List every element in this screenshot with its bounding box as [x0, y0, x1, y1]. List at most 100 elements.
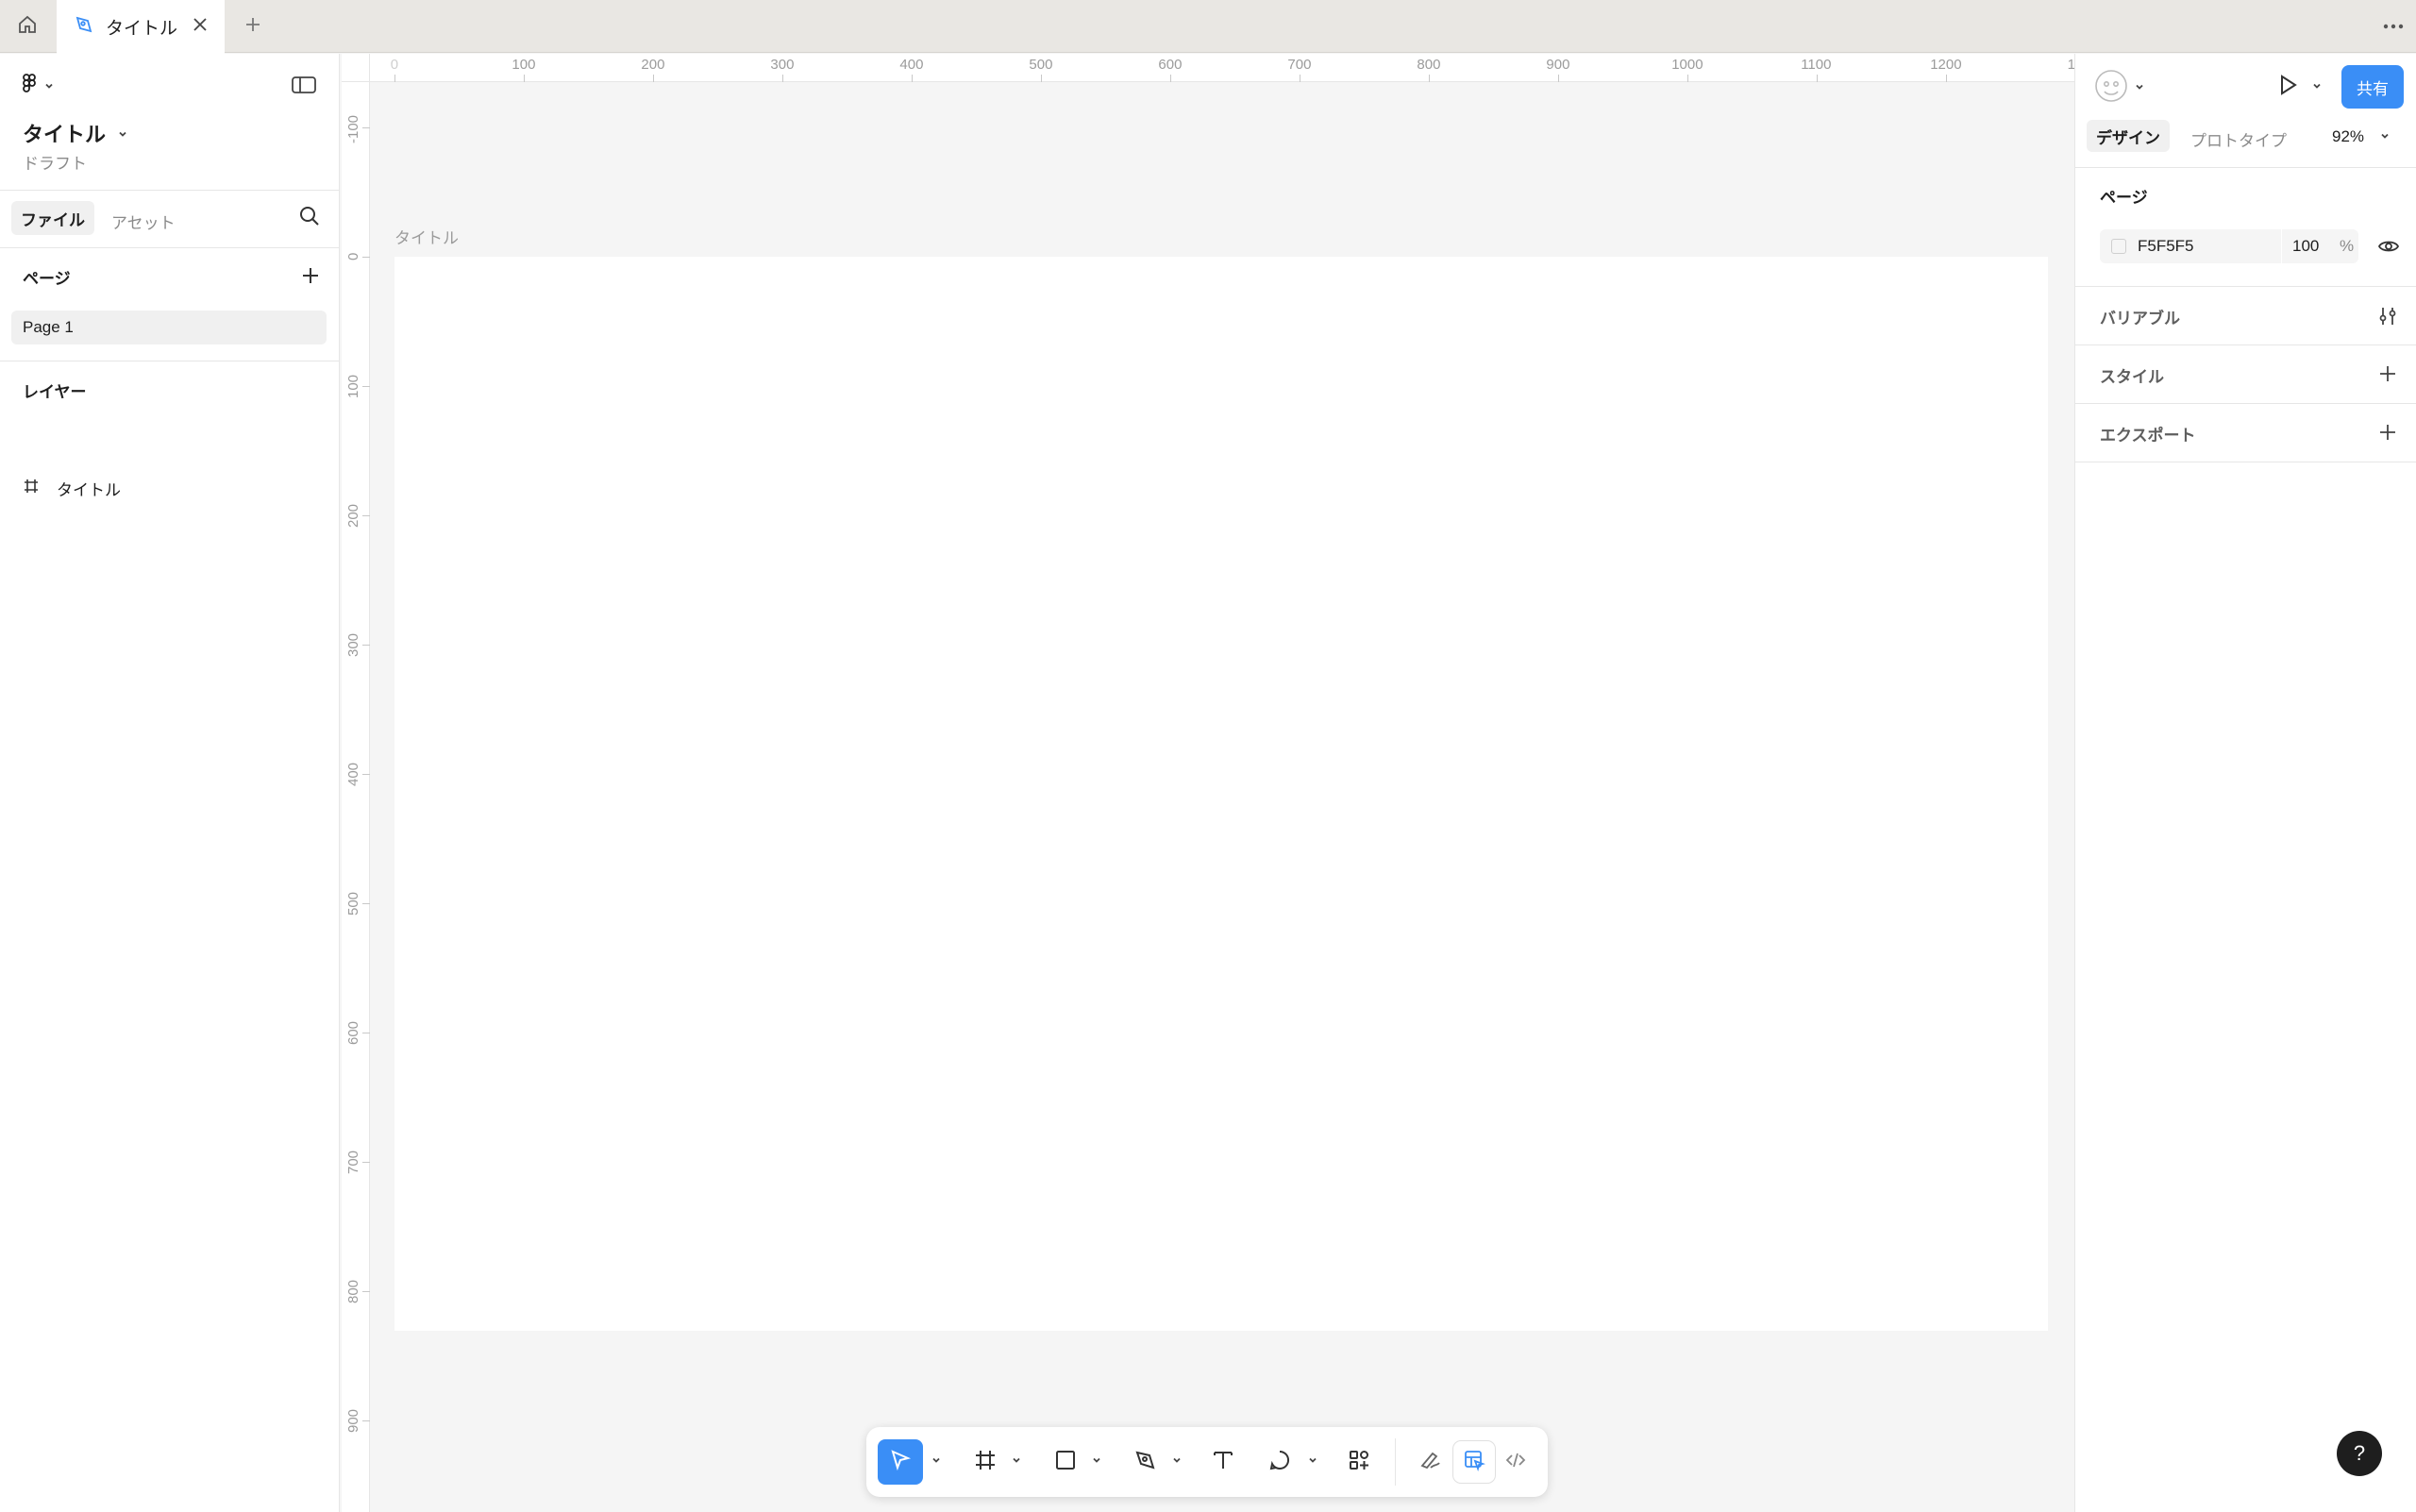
pages-heading: ページ [23, 270, 71, 288]
tab-prototype[interactable]: プロトタイプ [2190, 127, 2287, 151]
export-heading[interactable]: エクスポート [2100, 422, 2196, 445]
add-style-button[interactable] [2377, 363, 2398, 389]
layer-item[interactable]: タイトル [23, 477, 121, 500]
share-button[interactable]: 共有 [2341, 65, 2404, 109]
more-options-button[interactable] [2380, 13, 2407, 40]
comment-tool-button[interactable] [1257, 1439, 1302, 1485]
move-tool-button[interactable] [878, 1439, 923, 1485]
more-horizontal-icon [2382, 18, 2405, 35]
page-item[interactable]: Page 1 [11, 311, 327, 344]
ruler-tick-mark [524, 75, 525, 82]
text-tool-button[interactable] [1200, 1439, 1246, 1485]
chevron-down-icon [1307, 1453, 1318, 1470]
new-tab-button[interactable] [240, 13, 266, 40]
ruler-tick-mark [1946, 75, 1947, 82]
ruler-tick-mark [362, 515, 370, 516]
tab-design[interactable]: デザイン [2087, 120, 2170, 152]
frame-tool-button[interactable] [963, 1439, 1008, 1485]
tab-bar: タイトル [0, 0, 2416, 54]
ruler-tick-mark [362, 127, 370, 128]
ruler-tick-mark [362, 903, 370, 904]
variables-button[interactable] [2377, 305, 2400, 332]
frame-icon [23, 478, 40, 499]
eye-icon [2377, 241, 2400, 261]
file-tab-title: タイトル [106, 19, 178, 39]
tab-file[interactable]: ファイル [11, 201, 94, 235]
file-location[interactable]: ドラフト [23, 150, 87, 174]
draw-mode-button[interactable] [1410, 1441, 1451, 1483]
search-button[interactable] [298, 205, 321, 232]
main-menu-button[interactable] [21, 73, 55, 102]
page-color-hex[interactable]: F5F5F5 [2138, 237, 2194, 256]
ruler-corner [342, 54, 370, 82]
design-mode-button[interactable] [1453, 1441, 1495, 1483]
styles-heading[interactable]: スタイル [2100, 363, 2164, 387]
variables-heading[interactable]: バリアブル [2100, 305, 2180, 328]
text-icon [1211, 1448, 1235, 1477]
ruler-tick-label: 600 [1158, 57, 1183, 73]
chevron-down-icon [2311, 79, 2323, 96]
frame-label[interactable]: タイトル [394, 225, 459, 248]
draw-icon [1419, 1449, 1442, 1476]
file-name-button[interactable]: タイトル [23, 118, 128, 148]
ruler-tick-label: 900 [1546, 57, 1570, 73]
ruler-tick-label: 400 [345, 762, 361, 786]
ruler-tick-label: 1100 [1801, 57, 1832, 73]
comment-icon [1267, 1448, 1292, 1477]
figma-logo-icon [21, 73, 40, 102]
layer-item-label: タイトル [57, 481, 121, 499]
zoom-menu[interactable]: 92% [2332, 127, 2391, 146]
plus-icon [300, 268, 321, 290]
visibility-toggle[interactable] [2377, 235, 2400, 262]
ruler-tick-mark [362, 1291, 370, 1292]
play-icon [2275, 73, 2300, 102]
frame-canvas[interactable] [394, 257, 2048, 1331]
ruler-tick-label: 0 [345, 252, 361, 261]
ruler-tick-mark [782, 75, 783, 82]
help-button[interactable]: ? [2337, 1431, 2382, 1476]
frame-tool-menu[interactable] [1010, 1455, 1023, 1469]
file-tab[interactable]: タイトル [57, 0, 225, 54]
comment-tool-menu[interactable] [1306, 1455, 1319, 1469]
ruler-tick-label: 100 [345, 374, 361, 398]
add-page-button[interactable] [300, 265, 321, 291]
actions-button[interactable] [1336, 1439, 1382, 1485]
ruler-tick-label: 500 [345, 891, 361, 916]
chevron-down-icon [1011, 1453, 1022, 1470]
close-tab-button[interactable] [189, 15, 211, 38]
color-swatch[interactable] [2111, 239, 2126, 254]
present-button[interactable] [2275, 73, 2323, 102]
rectangle-tool-menu[interactable] [1090, 1455, 1103, 1469]
ruler-tick-mark [1170, 75, 1171, 82]
home-icon [17, 14, 38, 40]
chevron-down-icon [2134, 80, 2145, 97]
ruler-tick-mark [912, 75, 913, 82]
zoom-level: 92% [2332, 127, 2365, 145]
page-color-opacity[interactable]: 100 [2292, 237, 2319, 256]
move-tool-menu[interactable] [930, 1455, 943, 1469]
ruler-tick-label: 900 [345, 1408, 361, 1433]
toggle-ui-button[interactable] [291, 75, 317, 100]
user-avatar-button[interactable] [2094, 69, 2145, 108]
dev-mode-button[interactable] [1495, 1441, 1536, 1483]
close-icon [192, 16, 209, 38]
pen-tool-menu[interactable] [1170, 1455, 1183, 1469]
ruler-tick-mark [362, 386, 370, 387]
tab-assets[interactable]: アセット [111, 210, 176, 233]
add-export-button[interactable] [2377, 422, 2398, 447]
ruler-tick-mark [362, 257, 370, 258]
plus-icon [243, 15, 262, 39]
pen-tool-button[interactable] [1123, 1439, 1168, 1485]
ruler-tick-label: 1000 [1671, 57, 1703, 73]
bottom-toolbar [866, 1427, 1548, 1497]
home-tab[interactable] [0, 0, 55, 53]
plus-icon [2377, 425, 2398, 446]
ruler-tick-label: 800 [1417, 57, 1441, 73]
rectangle-tool-button[interactable] [1043, 1439, 1088, 1485]
page-color-field[interactable]: F5F5F5 100 % [2100, 229, 2358, 263]
ruler-tick-label: 700 [345, 1150, 361, 1174]
ruler-tick-label: 1200 [1930, 57, 1962, 73]
ruler-tick-mark [362, 645, 370, 646]
ruler-tick-mark [653, 75, 654, 82]
cursor-arrow-icon [888, 1448, 913, 1477]
